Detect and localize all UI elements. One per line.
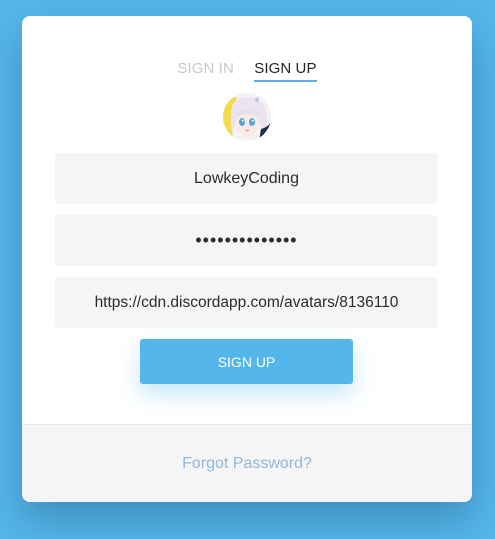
password-field[interactable] xyxy=(55,215,438,266)
avatar-image xyxy=(223,93,271,141)
tab-sign-in[interactable]: SIGN IN xyxy=(177,60,234,80)
avatar xyxy=(223,93,271,141)
auth-tabs: SIGN IN SIGN UP xyxy=(22,60,472,82)
tab-sign-up[interactable]: SIGN UP xyxy=(254,60,317,82)
username-field[interactable] xyxy=(55,153,438,204)
card-footer: Forgot Password? xyxy=(22,424,472,502)
auth-card: SIGN IN SIGN UP SIGN UP Forgot Password? xyxy=(22,16,472,502)
forgot-password-link[interactable]: Forgot Password? xyxy=(22,455,472,473)
sign-up-button[interactable]: SIGN UP xyxy=(140,339,353,384)
avatar-url-field[interactable] xyxy=(55,277,438,328)
